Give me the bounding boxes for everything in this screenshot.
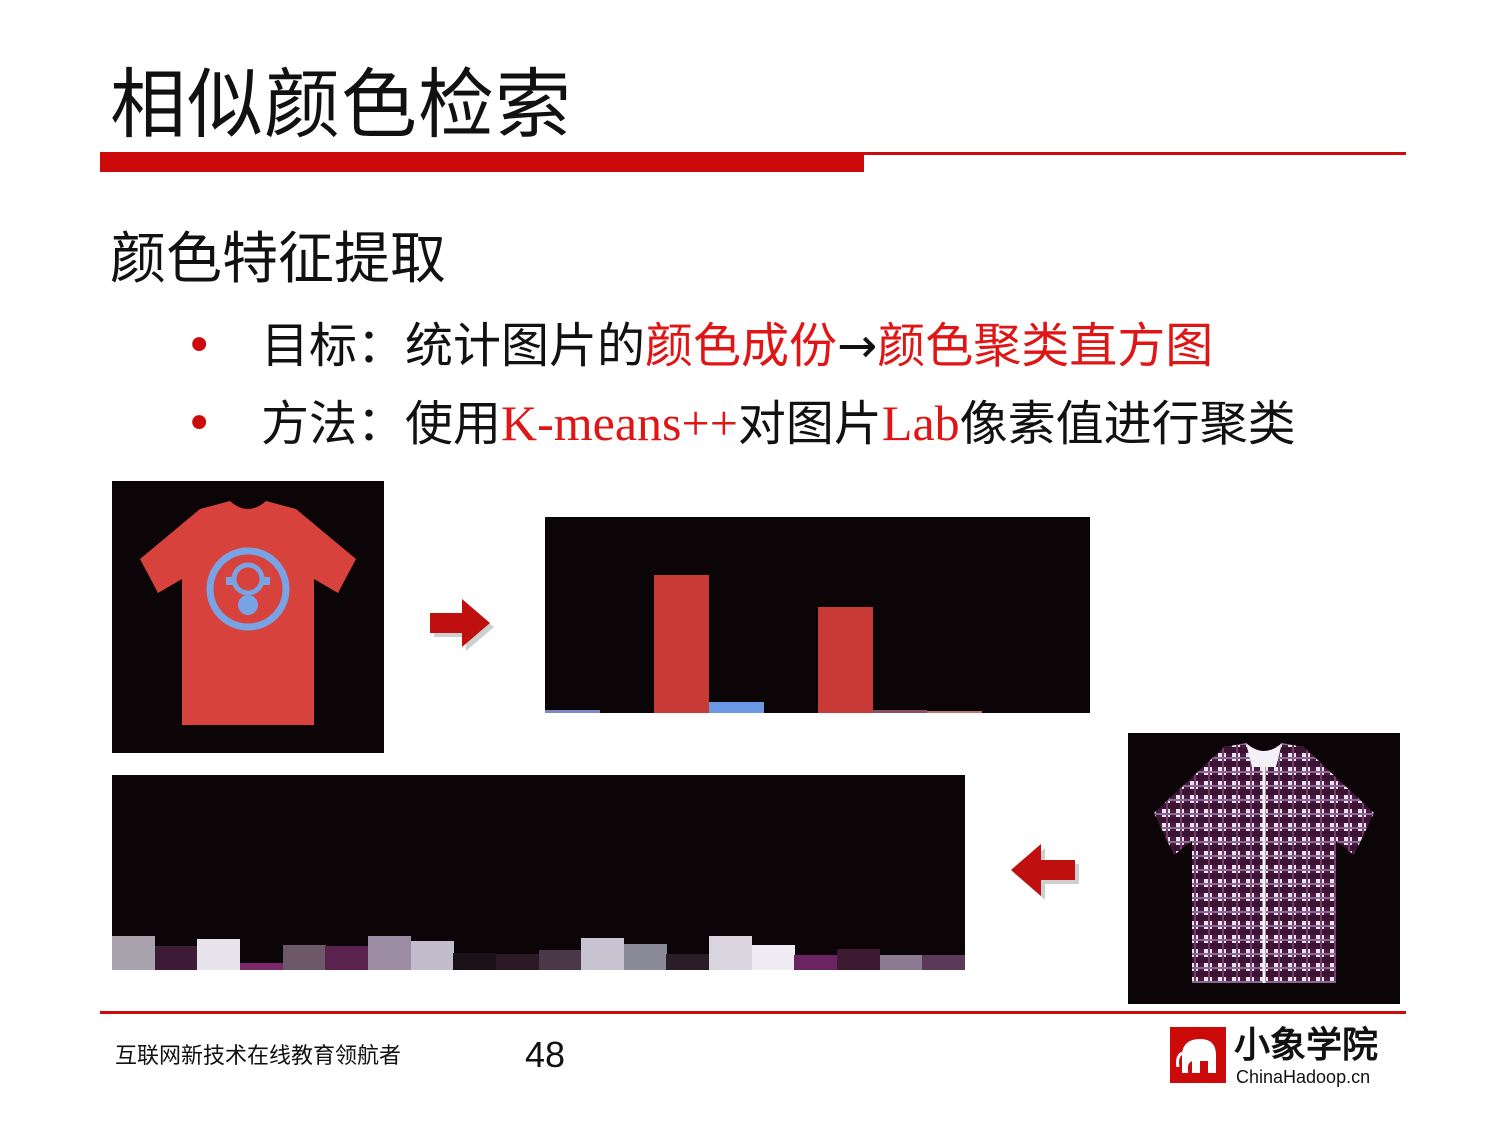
histogram-plaid-bar: [496, 954, 539, 970]
bullet-text: 像素值进行聚类: [959, 396, 1296, 452]
color-histogram-tshirt: [545, 517, 1090, 713]
histogram-tshirt-bar: [872, 710, 927, 713]
histogram-plaid-bar: [411, 941, 454, 970]
histogram-tshirt-bar: [709, 702, 764, 713]
red-tshirt-gasmask-icon: [140, 501, 356, 725]
histogram-plaid-bar: [368, 936, 411, 970]
histogram-plaid-bar: [197, 939, 240, 970]
page-number: 48: [525, 1034, 566, 1075]
histogram-plaid-bar: [155, 946, 198, 970]
bullet-dot: •: [185, 318, 214, 374]
arrow-left-icon: [1005, 838, 1083, 906]
histogram-plaid-bar: [666, 954, 709, 970]
bullet-method: • 方法：使用K-means++对图片Lab像素值进行聚类: [185, 393, 1296, 454]
histogram-plaid-bar: [240, 963, 283, 970]
brand-name-en: ChinaHadoop.cn: [1236, 1067, 1371, 1087]
histogram-plaid-bar: [112, 936, 155, 970]
histogram-plaid-bar: [794, 955, 837, 970]
histogram-tshirt-bar: [545, 710, 600, 713]
histogram-tshirt-bar: [818, 607, 873, 713]
brand-name-cn: 小象学院: [1234, 1025, 1379, 1066]
elephant-logo-icon: [1170, 1027, 1226, 1083]
color-histogram-plaid: [112, 775, 965, 970]
histogram-plaid-bar: [581, 938, 624, 970]
tshirt-image: [112, 481, 384, 753]
slide-title: 相似颜色检索: [110, 60, 572, 149]
histogram-plaid-bar: [539, 950, 582, 970]
bullet-goal: • 目标：统计图片的颜色成份→颜色聚类直方图: [185, 316, 1213, 376]
histogram-plaid-bar: [837, 949, 880, 970]
histogram-plaid-bar: [880, 955, 923, 970]
bullet-dot: •: [185, 396, 214, 452]
bullet-emphasis: K-means++: [501, 395, 738, 451]
footer-divider: [100, 1011, 1406, 1014]
histogram-plaid-bar: [325, 946, 368, 970]
plaid-shirt-icon: [1154, 743, 1374, 983]
bullet-emphasis: 颜色成份: [645, 318, 838, 374]
arrow-glyph: →: [837, 318, 878, 374]
histogram-plaid-bar: [453, 953, 496, 970]
histogram-plaid-bar: [709, 936, 752, 970]
plaid-shirt-image: [1128, 733, 1400, 1004]
title-underline-thick: [100, 155, 864, 172]
footer-tagline: 互联网新技术在线教育领航者: [115, 1044, 402, 1069]
histogram-plaid-bar: [752, 945, 795, 970]
bullet-emphasis: Lab: [881, 395, 960, 451]
bullet-emphasis: 颜色聚类直方图: [877, 318, 1214, 374]
bullet-text: 对图片: [737, 396, 882, 452]
bullet-text: 目标：统计图片的: [261, 318, 646, 374]
bullet-text: 方法：使用: [261, 396, 502, 452]
arrow-right-icon: [428, 595, 500, 655]
section-heading: 颜色特征提取: [110, 227, 446, 292]
histogram-tshirt-bar: [654, 575, 709, 713]
histogram-plaid-bar: [922, 955, 965, 970]
histogram-tshirt-bar: [927, 711, 982, 713]
histogram-plaid-bar: [283, 945, 326, 970]
histogram-plaid-bar: [624, 944, 667, 970]
